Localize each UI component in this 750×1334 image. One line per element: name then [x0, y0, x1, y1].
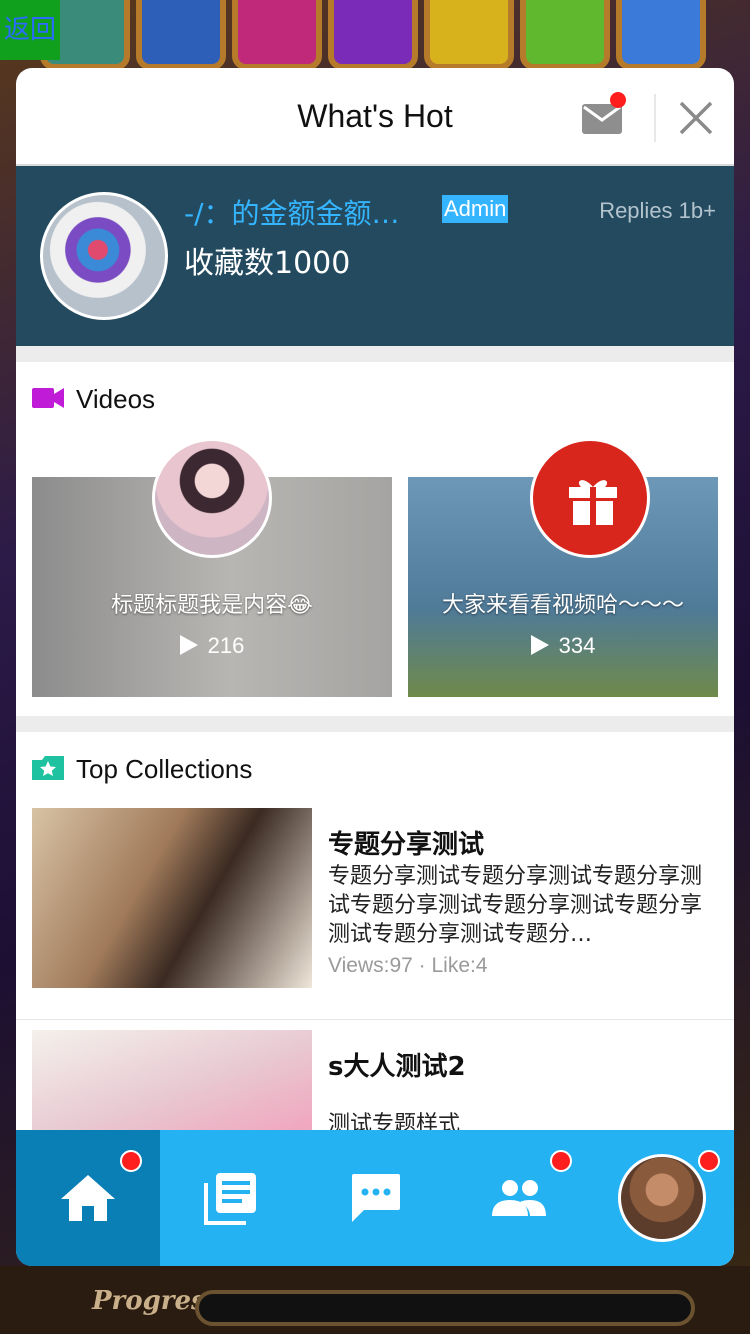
video-title: 大家来看看视频哈～～～ — [441, 593, 684, 618]
bottom-tab-bar — [16, 1130, 734, 1266]
collections-section-header: Top Collections — [16, 732, 734, 808]
play-icon — [179, 635, 198, 655]
tab-profile[interactable] — [590, 1130, 734, 1266]
section-divider — [16, 716, 734, 732]
notification-dot — [697, 1150, 720, 1172]
video-title: 标题标题我是内容😂 — [111, 593, 313, 618]
videos-section-title: Videos — [76, 384, 156, 414]
featured-banner[interactable]: -/：的金额金额… Admin Replies 1b+ 收藏数1000 — [16, 166, 734, 346]
tab-home[interactable] — [16, 1130, 160, 1266]
featured-username[interactable]: -/：的金额金额… — [184, 192, 400, 232]
background-tile — [424, 0, 514, 70]
home-icon — [60, 1175, 115, 1221]
gift-icon — [569, 480, 617, 525]
background-game-tiles — [0, 0, 750, 70]
page-title: What's Hot — [297, 98, 453, 134]
chat-icon — [351, 1174, 400, 1222]
collection-stats: Views:97 · Like:4 — [328, 954, 488, 977]
background-progress-bar — [195, 1290, 695, 1326]
tab-chat[interactable] — [303, 1130, 447, 1266]
video-plays-value: 216 — [207, 633, 245, 658]
tab-friends[interactable] — [447, 1130, 591, 1266]
video-author-avatar[interactable] — [152, 438, 272, 558]
replies-count: Replies 1b+ — [599, 198, 716, 223]
mail-icon[interactable] — [582, 104, 622, 134]
background-tile — [328, 0, 418, 70]
video-author-avatar[interactable] — [530, 438, 650, 558]
modal-header: What's Hot — [16, 68, 734, 166]
background-tile — [616, 0, 706, 70]
video-play-count: 216 — [32, 633, 392, 659]
video-camera-icon — [32, 388, 64, 408]
mail-notification-dot — [610, 92, 626, 108]
videos-row: 标题标题我是内容😂 216 大家来看看视频哈～～～ 334 — [16, 438, 734, 716]
collection-title: 专题分享测试 — [328, 830, 485, 860]
articles-icon — [204, 1173, 257, 1225]
admin-badge: Admin — [442, 195, 509, 223]
collection-item[interactable]: 专题分享测试 专题分享测试专题分享测试专题分享测试专题分享测试专题分享测试专题分… — [16, 808, 734, 1020]
video-plays-value: 334 — [558, 633, 596, 658]
video-play-count: 334 — [408, 633, 718, 659]
close-icon[interactable] — [678, 100, 714, 136]
profile-avatar[interactable] — [618, 1154, 707, 1242]
background-tile — [136, 0, 226, 70]
people-icon — [491, 1180, 546, 1216]
featured-subtitle: 收藏数1000 — [184, 246, 351, 281]
back-button[interactable]: 返回 — [0, 0, 60, 60]
notification-dot — [119, 1150, 142, 1172]
collection-title: s大人测试2 — [328, 1052, 466, 1082]
section-divider — [16, 346, 734, 362]
play-icon — [530, 635, 549, 655]
background-tile — [520, 0, 610, 70]
collections-section-title: Top Collections — [76, 754, 253, 784]
collection-thumbnail[interactable] — [32, 808, 312, 988]
tab-articles[interactable] — [160, 1130, 304, 1266]
notification-dot — [550, 1150, 573, 1172]
background-tile — [232, 0, 322, 70]
collection-description: 专题分享测试专题分享测试专题分享测试专题分享测试专题分享测试专题分享测试专题分享… — [328, 864, 703, 947]
avatar[interactable] — [40, 192, 168, 320]
videos-section-header: Videos — [16, 362, 734, 438]
whats-hot-modal: What's Hot -/：的金额金额… Admin Replies 1b+ 收… — [16, 68, 734, 1266]
star-folder-icon — [32, 756, 64, 780]
header-divider — [654, 94, 656, 142]
